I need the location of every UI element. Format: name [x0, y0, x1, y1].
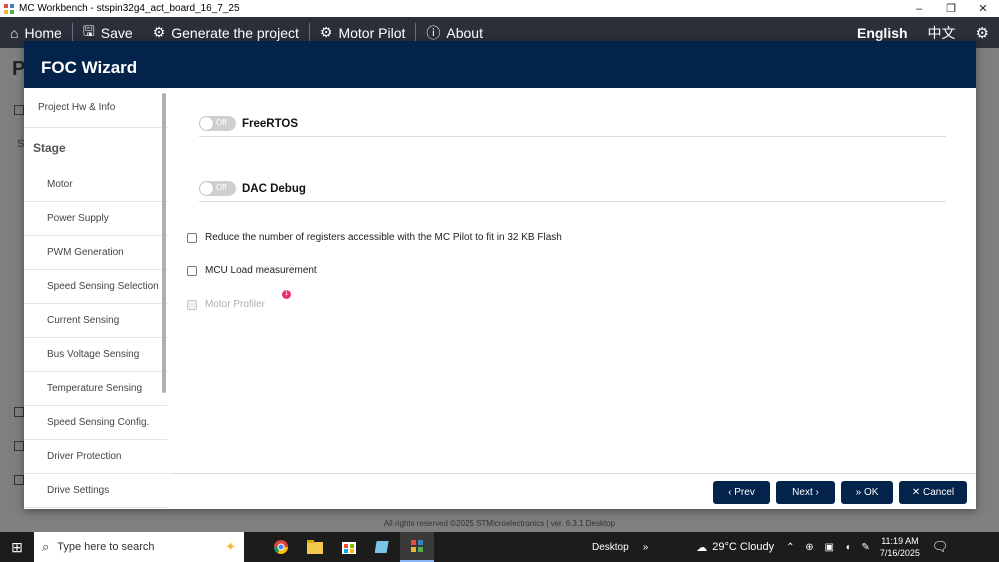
wizard-title: FOC Wizard [24, 41, 976, 88]
sparkle-icon: ✦ [225, 539, 236, 554]
wizard-content: Off FreeRTOS Off DAC Debug Reduce the nu… [169, 88, 976, 473]
sidebar-item-bus-voltage-sensing[interactable]: Bus Voltage Sensing [24, 338, 167, 372]
prev-label: Prev [734, 487, 755, 498]
search-icon: ⌕ [42, 539, 50, 554]
background-checkbox [14, 475, 24, 485]
store-app-icon[interactable] [332, 532, 366, 562]
mcu-load-label: MCU Load measurement [205, 265, 317, 276]
toggle-state-label: Off [216, 118, 227, 127]
sidebar-stage-heading: Stage [33, 141, 66, 155]
background-checkbox [14, 105, 24, 115]
dac-debug-row: Off DAC Debug [199, 176, 946, 202]
window-title: MC Workbench - stspin32g4_act_board_16_7… [19, 3, 240, 14]
gear-icon: ⚙ [152, 24, 166, 40]
motor-profiler-label: Motor Profiler [205, 299, 266, 310]
cancel-label: Cancel [923, 487, 955, 498]
weather-text: 29°C Cloudy [712, 541, 775, 553]
desktop-toolbar-label[interactable]: Desktop [592, 542, 629, 553]
freertos-toggle[interactable]: Off [199, 116, 236, 131]
sidebar-item-speed-sensing-config[interactable]: Speed Sensing Config. [24, 406, 167, 440]
motor-pilot-label: Motor Pilot [338, 24, 406, 41]
cloud-icon: ☁ [696, 541, 708, 554]
chevron-right-icon: › [812, 487, 819, 498]
sidebar-scrollbar[interactable] [162, 93, 166, 393]
sidebar-item-temperature-sensing[interactable]: Temperature Sensing [24, 372, 167, 406]
motor-profiler-checkbox [187, 299, 197, 310]
notification-center-icon[interactable]: 🗨 [932, 539, 949, 555]
window-title-bar: MC Workbench - stspin32g4_act_board_16_7… [0, 0, 999, 17]
minimize-button[interactable]: – [903, 3, 935, 15]
language-english[interactable]: English [847, 25, 918, 41]
windows-start-icon[interactable]: ⊞ [0, 539, 34, 556]
notification-badge: 1 [282, 290, 291, 299]
weather-widget[interactable]: ☁ 29°C Cloudy [696, 541, 774, 554]
info-icon: ⓘ [426, 24, 441, 41]
sidebar-item-speed-sensing-selection[interactable]: Speed Sensing Selection [24, 270, 167, 304]
double-chevron-icon: » [855, 487, 864, 498]
dac-debug-toggle[interactable]: Off [199, 181, 236, 196]
toggle-knob [200, 182, 213, 195]
motor-profiler-option: Motor Profiler 1 [187, 290, 291, 310]
double-chevron-icon[interactable]: » [643, 542, 649, 553]
system-tray-icons[interactable]: ⌃ ⊕ ▣ ◖ ✎ [786, 542, 874, 553]
sidebar-item-power-supply[interactable]: Power Supply [24, 202, 167, 236]
ok-label: OK [863, 487, 879, 498]
gear-icon: ⚙ [319, 24, 333, 40]
sidebar-item-current-sensing[interactable]: Current Sensing [24, 304, 167, 338]
toggle-state-label: Off [216, 183, 227, 192]
sidebar-item-driver-protection[interactable]: Driver Protection [24, 440, 167, 474]
freertos-label: FreeRTOS [242, 117, 299, 130]
clock-date: 7/16/2025 [879, 548, 920, 558]
clock-time: 11:19 AM [881, 536, 919, 546]
home-icon: ⌂ [10, 24, 19, 41]
chrome-app-icon[interactable] [264, 532, 298, 562]
reduce-registers-option[interactable]: Reduce the number of registers accessibl… [187, 232, 562, 243]
reduce-registers-checkbox[interactable] [187, 232, 197, 243]
next-button[interactable]: Next › [776, 481, 835, 504]
background-checkbox [14, 407, 24, 417]
sidebar-item-motor[interactable]: Motor [24, 168, 167, 202]
cancel-button[interactable]: ✕ Cancel [899, 481, 967, 504]
close-button[interactable]: ✕ [967, 2, 999, 15]
reduce-registers-label: Reduce the number of registers accessibl… [205, 232, 562, 243]
mc-workbench-app-icon[interactable] [400, 532, 434, 562]
mcu-load-option[interactable]: MCU Load measurement [187, 265, 317, 276]
windows-taskbar: ⊞ ⌕ Type here to search ✦ Desktop » ☁ 29… [0, 532, 999, 562]
sidebar-item-pwm-generation[interactable]: PWM Generation [24, 236, 167, 270]
sidebar-item-project-hw-info[interactable]: Project Hw & Info [24, 88, 167, 128]
next-label: Next [792, 487, 813, 498]
background-checkbox [14, 441, 24, 451]
settings-gear-icon[interactable]: ⚙ [966, 24, 999, 42]
home-label: Home [24, 24, 62, 41]
notes-app-icon[interactable] [366, 532, 400, 562]
freertos-row: Off FreeRTOS [199, 111, 946, 137]
app-logo-icon [3, 3, 15, 15]
search-placeholder: Type here to search [57, 541, 155, 553]
taskbar-clock[interactable]: 11:19 AM 7/16/2025 [880, 535, 920, 559]
generate-label: Generate the project [171, 24, 299, 41]
wizard-button-bar: ‹ Prev Next › » OK ✕ Cancel [169, 473, 976, 509]
dac-debug-label: DAC Debug [242, 182, 306, 195]
toggle-knob [200, 117, 213, 130]
mcu-load-checkbox[interactable] [187, 265, 197, 276]
close-icon: ✕ [911, 487, 924, 498]
language-chinese[interactable]: 中文 [918, 23, 966, 43]
restore-button[interactable]: ❐ [935, 2, 967, 15]
wizard-sidebar: Project Hw & Info Stage Motor Power Supp… [24, 88, 167, 509]
sidebar-item-drive-settings[interactable]: Drive Settings [24, 474, 167, 508]
file-explorer-icon[interactable] [298, 532, 332, 562]
prev-button[interactable]: ‹ Prev [713, 481, 770, 504]
taskbar-search[interactable]: ⌕ Type here to search ✦ [34, 532, 244, 562]
copyright-footer: All rights reserved ©2025 STMicroelectro… [383, 519, 616, 528]
about-label: About [446, 24, 483, 41]
ok-button[interactable]: » OK [841, 481, 893, 504]
foc-wizard-dialog: FOC Wizard Project Hw & Info Stage Motor… [24, 41, 976, 509]
save-label: Save [100, 24, 133, 41]
